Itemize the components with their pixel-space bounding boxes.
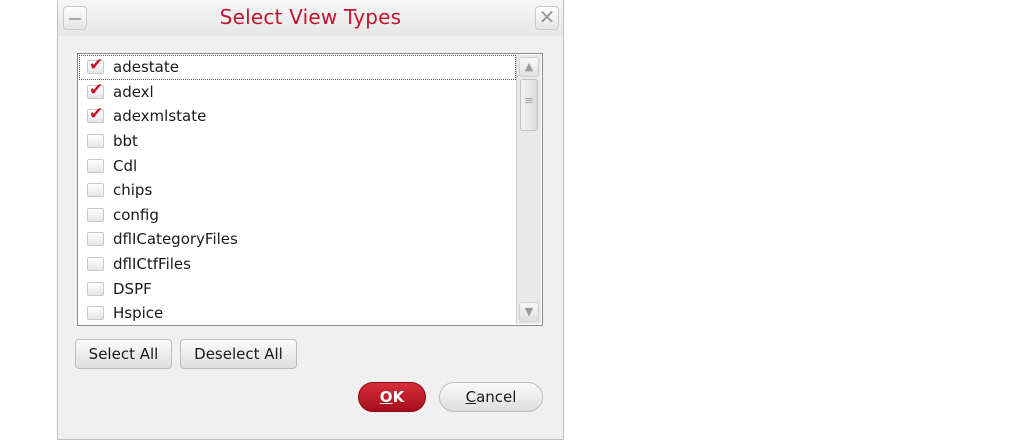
checkbox[interactable] [87,158,104,173]
list-item-label: adexmlstate [113,107,207,126]
checkbox[interactable] [87,183,104,198]
view-types-list-items: ✔ adestate ✔ adexl ✔ adexmlstate bbt Cdl chips co… [79,55,516,324]
checkmark-icon: ✔ [89,104,104,125]
list-item-label: Hspice [113,304,164,323]
list-item-label: adestate [113,58,179,77]
list-item-label: adexl [113,82,154,101]
checkmark-icon: ✔ [89,55,104,76]
dialog-title: Select View Types [219,5,402,29]
close-icon[interactable]: ✕ [535,6,559,30]
checkbox[interactable] [87,306,104,321]
cancel-button[interactable]: Cancel [439,382,543,412]
checkbox[interactable]: ✔ [87,104,104,124]
scroll-down-icon[interactable]: ▼ [519,302,539,322]
list-item[interactable]: Hspice [79,301,516,324]
list-item[interactable]: ✔ adexl [79,80,516,105]
checkmark-icon: ✔ [89,79,104,100]
checkbox[interactable]: ✔ [87,55,104,75]
list-item[interactable]: chips [79,178,516,203]
ok-mnemonic: O [379,388,393,406]
list-item-label: DSPF [113,279,152,298]
deselect-all-button[interactable]: Deselect All [180,339,297,369]
list-item[interactable]: dflICtfFiles [79,252,516,277]
checkbox[interactable]: ✔ [87,80,104,100]
checkbox[interactable] [87,232,104,247]
title-bar: Select View Types ✕ [58,0,563,36]
ok-button[interactable]: OK [358,382,426,412]
list-item-label: dflICategoryFiles [113,230,238,249]
vertical-scrollbar[interactable]: ▲ ▼ [516,55,541,324]
checkbox[interactable] [87,207,104,222]
list-item-label: bbt [113,132,138,151]
scroll-up-icon[interactable]: ▲ [519,57,539,77]
list-item[interactable]: bbt [79,129,516,154]
list-item[interactable]: dflICategoryFiles [79,227,516,252]
list-item[interactable]: ✔ adexmlstate [79,104,516,129]
checkbox[interactable] [87,281,104,296]
checkbox[interactable] [87,134,104,149]
list-item-label: dflICtfFiles [113,255,191,274]
list-item-label: Cdl [113,156,138,175]
list-item-label: chips [113,181,153,200]
select-view-types-dialog: Select View Types ✕ ✔ adestate ✔ adexl ✔ adex… [57,0,564,440]
list-item[interactable]: DSPF [79,276,516,301]
cancel-label-rest: ancel [476,388,517,406]
scroll-thumb[interactable] [520,79,538,131]
list-item[interactable]: config [79,203,516,228]
list-item[interactable]: Cdl [79,153,516,178]
checkbox[interactable] [87,257,104,272]
select-all-button[interactable]: Select All [75,339,172,369]
list-item[interactable]: ✔ adestate [79,55,516,80]
list-item-label: config [113,205,159,224]
ok-label-rest: K [392,388,405,406]
cancel-mnemonic: C [465,388,477,406]
view-types-list[interactable]: ✔ adestate ✔ adexl ✔ adexmlstate bbt Cdl chips co… [77,53,543,326]
